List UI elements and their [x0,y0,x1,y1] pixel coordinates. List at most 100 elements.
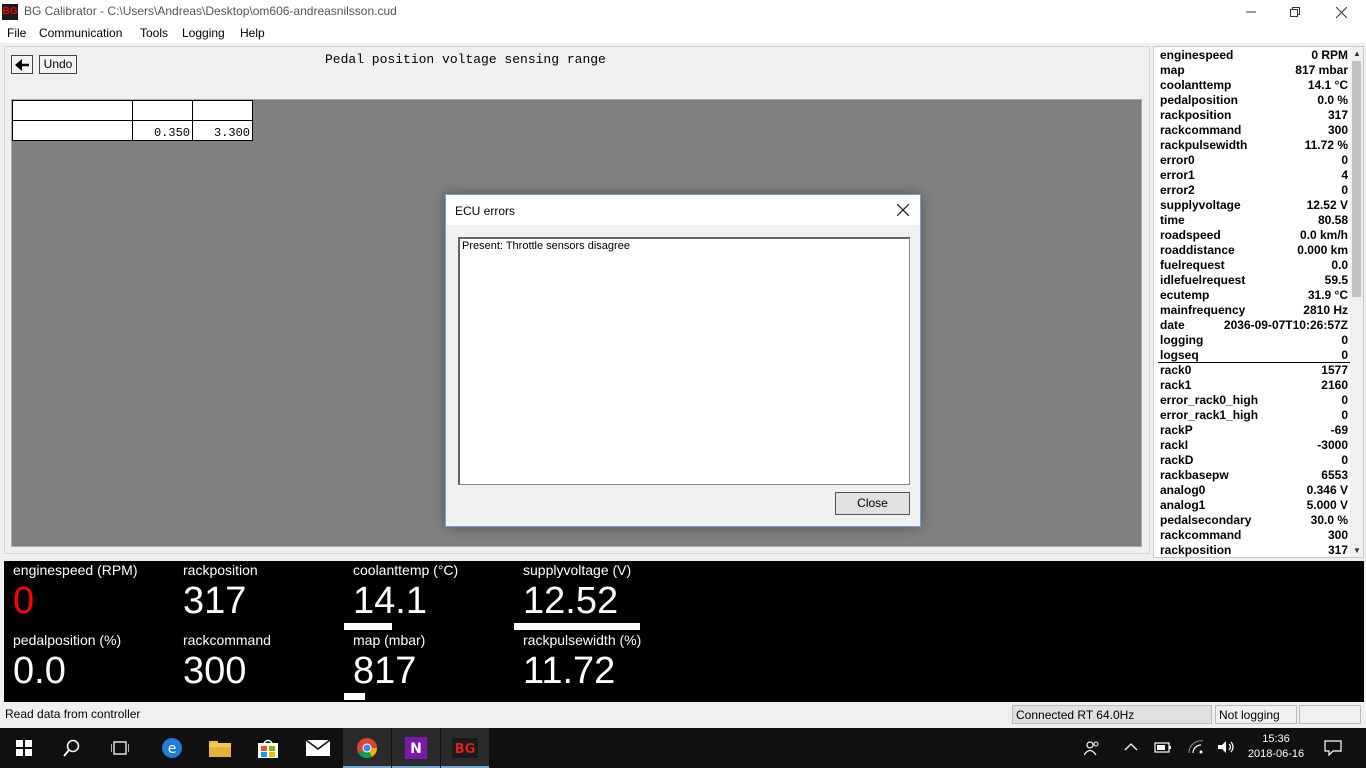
sensor-row[interactable]: rackcommand 300 [1154,123,1352,138]
sensor-row[interactable]: date 2036-09-07T10:26:57Z [1154,318,1352,333]
sensor-row[interactable]: fuelrequest 0.0 [1154,258,1352,273]
dialog-close-button[interactable]: Close [835,492,910,515]
map-value-cell[interactable]: 0.350 [132,120,193,141]
sensor-name: coolanttemp [1160,78,1232,92]
menu-tools[interactable]: Tools [140,26,168,40]
map-header-cell[interactable] [12,100,133,121]
sensor-row[interactable]: idlefuelrequest 59.5 [1154,273,1352,288]
sensor-name: analog0 [1160,483,1206,497]
scroll-up-icon[interactable]: ▲ [1353,49,1361,58]
sensor-value: 2160 [1321,378,1348,392]
menu-help[interactable]: Help [240,26,265,40]
sensor-value: 5.000 V [1306,498,1348,512]
chrome-button[interactable] [343,728,391,768]
sensor-row[interactable]: error1 4 [1154,168,1352,183]
sensor-row[interactable]: rackD 0 [1154,453,1352,468]
volume-icon[interactable] [1218,740,1236,757]
gauge-label: enginespeed (RPM) [13,562,138,578]
sensor-row[interactable]: rack0 1577 [1154,363,1352,378]
sensor-list[interactable]: enginespeed 0 RPM map 817 mbar coolanttemp 14… [1153,46,1364,558]
sensor-row[interactable]: map 817 mbar [1154,63,1352,78]
battery-icon[interactable] [1154,740,1172,757]
people-icon[interactable] [1083,740,1100,759]
bg-calibrator-button[interactable]: BG [441,728,489,768]
folder-icon [209,741,231,757]
onenote-button[interactable]: N [392,728,440,768]
sensor-row[interactable]: error0 0 [1154,153,1352,168]
app-logo-icon: BG [2,4,18,20]
sensor-row[interactable]: roadspeed 0.0 km/h [1154,228,1352,243]
gauge: enginespeed (RPM) 0 [13,561,173,631]
search-button[interactable] [48,728,96,768]
app-window: BG BG Calibrator - C:\Users\Andreas\Desk… [0,0,1366,768]
sensor-row[interactable]: time 80.58 [1154,213,1352,228]
map-row-header-cell[interactable] [12,120,133,141]
sensor-value: 0 [1341,153,1348,167]
sensor-row[interactable]: rackbasepw 6553 [1154,468,1352,483]
sensor-row[interactable]: logging 0 [1154,333,1352,348]
clock[interactable]: 15:36 2018-06-16 [1244,732,1308,762]
gauge-value: 0.0 [13,650,66,692]
sensor-row[interactable]: rackP -69 [1154,423,1352,438]
scroll-down-icon[interactable]: ▼ [1353,546,1361,555]
menu-logging[interactable]: Logging [182,26,225,40]
sensor-row[interactable]: analog1 5.000 V [1154,498,1352,513]
sensor-row[interactable]: analog0 0.346 V [1154,483,1352,498]
mail-button[interactable] [294,728,342,768]
minimize-button[interactable] [1228,0,1274,24]
edge-button[interactable]: e [148,728,196,768]
sensor-row[interactable]: coolanttemp 14.1 °C [1154,78,1352,93]
connection-status: Connected RT 64.0Hz [1012,705,1212,724]
sensor-row[interactable]: error_rack1_high 0 [1154,408,1352,423]
task-view-button[interactable] [96,728,144,768]
map-title: Pedal position voltage sensing range [325,52,606,67]
sensor-scrollbar[interactable]: ▲ ▼ [1350,47,1363,557]
sensor-row[interactable]: rackI -3000 [1154,438,1352,453]
back-button[interactable] [11,55,33,74]
menu-communication[interactable]: Communication [39,26,122,40]
store-button[interactable] [244,728,292,768]
sensor-row[interactable]: mainfrequency 2810 Hz [1154,303,1352,318]
sensor-row[interactable]: supplyvoltage 12.52 V [1154,198,1352,213]
notifications-icon[interactable] [1324,740,1342,759]
sensor-name: error2 [1160,183,1195,197]
mail-icon [306,740,330,756]
close-window-button[interactable] [1318,0,1364,24]
sensor-value: 11.72 % [1304,138,1348,152]
menu-file[interactable]: File [7,26,26,40]
sensor-row[interactable]: rackposition 317 [1154,543,1352,557]
sensor-row[interactable]: pedalsecondary 30.0 % [1154,513,1352,528]
map-value-cell[interactable]: 3.300 [192,120,253,141]
chevron-up-icon[interactable] [1124,740,1138,757]
dialog-close-x-button[interactable] [892,199,914,221]
sensor-value: 0.346 V [1306,483,1348,497]
restore-button[interactable] [1272,0,1318,24]
sensor-row[interactable]: rackcommand 300 [1154,528,1352,543]
sensor-row[interactable]: ecutemp 31.9 °C [1154,288,1352,303]
sensor-row[interactable]: rackposition 317 [1154,108,1352,123]
scroll-thumb[interactable] [1352,61,1361,297]
file-explorer-button[interactable] [196,728,244,768]
map-header-cell[interactable] [132,100,193,121]
gauge-value: 817 [353,650,417,692]
undo-button[interactable]: Undo [39,55,77,74]
sensor-name: error1 [1160,168,1195,182]
wifi-icon[interactable] [1188,740,1204,757]
start-button[interactable] [0,728,48,768]
svg-text:N: N [410,741,422,757]
bg-calibrator-icon: BG [452,738,478,758]
sensor-row[interactable]: pedalposition 0.0 % [1154,93,1352,108]
sensor-name: logseq [1160,348,1199,362]
error-text-area[interactable]: Present: Throttle sensors disagree [458,237,910,485]
sensor-row[interactable]: error2 0 [1154,183,1352,198]
sensor-row[interactable]: logseq 0 [1154,348,1352,363]
sensor-row[interactable]: roaddistance 0.000 km [1154,243,1352,258]
gauge: map (mbar) 817 [344,631,513,701]
dialog-title: ECU errors [455,204,516,218]
map-header-cell[interactable] [192,100,253,121]
sensor-row[interactable]: rackpulsewidth 11.72 % [1154,138,1352,153]
sensor-row[interactable]: error_rack0_high 0 [1154,393,1352,408]
sensor-row[interactable]: enginespeed 0 RPM [1154,48,1352,63]
sensor-row[interactable]: rack1 2160 [1154,378,1352,393]
svg-text:e: e [168,741,177,757]
